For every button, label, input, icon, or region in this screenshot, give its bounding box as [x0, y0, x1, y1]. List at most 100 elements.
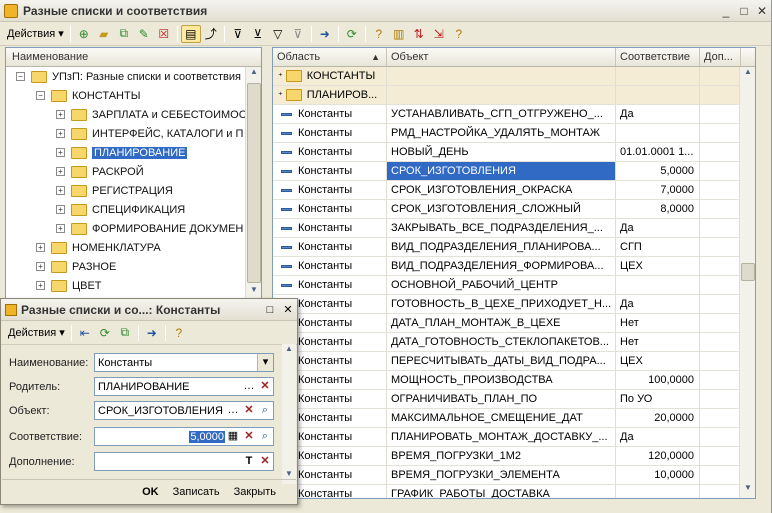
expand-icon[interactable]: +: [56, 205, 65, 214]
search-icon[interactable]: ⌕: [257, 428, 273, 445]
copy-icon[interactable]: ⧉: [114, 25, 134, 43]
table-row[interactable]: ⁺ КОНСТАНТЫ: [273, 67, 755, 86]
cell-object[interactable]: ДАТА_ГОТОВНОСТЬ_СТЕКЛОПАКЕТОВ...: [387, 333, 616, 351]
cell-match[interactable]: ЦЕХ: [616, 257, 700, 275]
table-row[interactable]: Константы МОЩНОСТЬ_ПРОИЗВОДСТВА 100,0000: [273, 371, 755, 390]
cell-match[interactable]: [616, 67, 700, 85]
table-row[interactable]: Константы ЗАКРЫВАТЬ_ВСЕ_ПОДРАЗДЕЛЕНИЯ_...…: [273, 219, 755, 238]
calculator-icon[interactable]: ▦: [225, 428, 241, 445]
cell-match[interactable]: 8,0000: [616, 200, 700, 218]
cell-extra[interactable]: [700, 257, 741, 275]
help-icon[interactable]: ?: [169, 324, 189, 342]
select-icon[interactable]: …: [225, 402, 241, 419]
records-grid[interactable]: Область ▲ Объект Соответствие Доп... ⁺ КОН…: [272, 47, 756, 499]
expand-icon[interactable]: +: [36, 243, 45, 252]
cell-area[interactable]: Константы: [273, 200, 387, 218]
cell-object[interactable]: ДАТА_ПЛАН_МОНТАЖ_В_ЦЕХЕ: [387, 314, 616, 332]
cell-object[interactable]: РМД_НАСТРОЙКА_УДАЛЯТЬ_МОНТАЖ: [387, 124, 616, 142]
close-button[interactable]: ✕: [753, 4, 771, 18]
match-field[interactable]: 5,0000 ▦ ✕ ⌕: [94, 427, 274, 446]
table-row[interactable]: Константы ДАТА_ГОТОВНОСТЬ_СТЕКЛОПАКЕТОВ..…: [273, 333, 755, 352]
tree-item[interactable]: + ПЛАНИРОВАНИЕ: [6, 143, 261, 162]
table-row[interactable]: Константы ОГРАНИЧИВАТЬ_ПЛАН_ПО По УО: [273, 390, 755, 409]
cell-match[interactable]: 100,0000: [616, 371, 700, 389]
cell-object[interactable]: [387, 67, 616, 85]
cell-area[interactable]: Константы: [273, 276, 387, 294]
table-row[interactable]: Константы МАКСИМАЛЬНОЕ_СМЕЩЕНИЕ_ДАТ 20,000…: [273, 409, 755, 428]
edit-icon[interactable]: ✎: [134, 25, 154, 43]
cell-object[interactable]: ЗАКРЫВАТЬ_ВСЕ_ПОДРАЗДЕЛЕНИЯ_...: [387, 219, 616, 237]
refresh-icon[interactable]: ⟳: [342, 25, 362, 43]
name-field[interactable]: Константы ▾: [94, 353, 274, 372]
cell-area[interactable]: Константы: [273, 238, 387, 256]
object-field[interactable]: СРОК_ИЗГОТОВЛЕНИЯ … ✕ ⌕: [94, 401, 274, 420]
table-row[interactable]: Константы СРОК_ИЗГОТОВЛЕНИЯ_СЛОЖНЫЙ 8,0000: [273, 200, 755, 219]
text-type-icon[interactable]: T: [241, 453, 257, 470]
collapse-icon[interactable]: −: [36, 91, 45, 100]
hierarchy-icon[interactable]: ⤴: [201, 25, 221, 43]
expand-icon[interactable]: +: [56, 186, 65, 195]
cell-object[interactable]: НОВЫЙ_ДЕНЬ: [387, 143, 616, 161]
cell-match[interactable]: [616, 485, 700, 498]
cell-extra[interactable]: [700, 295, 741, 313]
scroll-up-icon[interactable]: ▲: [741, 67, 755, 82]
cell-object[interactable]: СРОК_ИЗГОТОВЛЕНИЯ_ОКРАСКА: [387, 181, 616, 199]
table-row[interactable]: ⁺ ПЛАНИРОВ...: [273, 86, 755, 105]
clear-icon[interactable]: ✕: [257, 378, 273, 395]
tree-item[interactable]: + НОМЕНКЛАТУРА: [6, 238, 261, 257]
cell-extra[interactable]: [700, 67, 741, 85]
dropdown-icon[interactable]: ▾: [257, 354, 273, 371]
tree-item[interactable]: + СПЕЦИФИКАЦИЯ: [6, 200, 261, 219]
scroll-thumb[interactable]: [741, 263, 755, 281]
cell-match[interactable]: 10,0000: [616, 466, 700, 484]
table-row[interactable]: Константы СРОК_ИЗГОТОВЛЕНИЯ 5,0000: [273, 162, 755, 181]
select-icon[interactable]: …: [241, 378, 257, 395]
cell-match[interactable]: СГП: [616, 238, 700, 256]
clear-icon[interactable]: ✕: [241, 428, 257, 445]
report-icon[interactable]: ▥: [389, 25, 409, 43]
cell-extra[interactable]: [700, 333, 741, 351]
expand-icon[interactable]: +: [56, 129, 65, 138]
cell-object[interactable]: УСТАНАВЛИВАТЬ_СГП_ОТГРУЖЕНО_...: [387, 105, 616, 123]
extra-field[interactable]: T ✕: [94, 452, 274, 471]
cell-match[interactable]: Да: [616, 295, 700, 313]
cell-object[interactable]: ВРЕМЯ_ПОГРУЗКИ_1М2: [387, 447, 616, 465]
cell-match[interactable]: [616, 276, 700, 294]
cell-object[interactable]: ОГРАНИЧИВАТЬ_ПЛАН_ПО: [387, 390, 616, 408]
cell-match[interactable]: Да: [616, 105, 700, 123]
filter-list-icon[interactable]: ▽: [268, 25, 288, 43]
cell-area[interactable]: ⁺ КОНСТАНТЫ: [273, 67, 387, 85]
column-match-header[interactable]: Соответствие: [616, 48, 700, 66]
table-row[interactable]: Константы ВИД_ПОДРАЗДЕЛЕНИЯ_ФОРМИРОВА... Ц…: [273, 257, 755, 276]
cell-match[interactable]: 7,0000: [616, 181, 700, 199]
refresh-icon[interactable]: ⟳: [95, 324, 115, 342]
column-area-header[interactable]: Область ▲: [273, 48, 387, 66]
cell-extra[interactable]: [700, 428, 741, 446]
scroll-down-icon[interactable]: ▼: [741, 483, 755, 498]
minimize-button[interactable]: _: [717, 4, 735, 18]
cell-match[interactable]: Нет: [616, 314, 700, 332]
table-row[interactable]: Константы ДАТА_ПЛАН_МОНТАЖ_В_ЦЕХЕ Нет: [273, 314, 755, 333]
cell-object[interactable]: ПЛАНИРОВАТЬ_МОНТАЖ_ДОСТАВКУ_...: [387, 428, 616, 446]
tree-item[interactable]: − КОНСТАНТЫ: [6, 86, 261, 105]
cell-extra[interactable]: [700, 466, 741, 484]
tree-item[interactable]: + РАСКРОЙ: [6, 162, 261, 181]
cell-match[interactable]: Да: [616, 219, 700, 237]
goto-parent-icon[interactable]: ⇤: [75, 324, 95, 342]
filter-icon[interactable]: ⊽: [228, 25, 248, 43]
actions-menu[interactable]: Действия ▾: [4, 27, 67, 40]
cell-match[interactable]: ЦЕХ: [616, 352, 700, 370]
copy-icon[interactable]: ⧉: [115, 324, 135, 342]
cell-extra[interactable]: [700, 162, 741, 180]
tree-item[interactable]: + ФОРМИРОВАНИЕ ДОКУМЕН: [6, 219, 261, 238]
export-icon[interactable]: ⇲: [429, 25, 449, 43]
navigate-icon[interactable]: ➜: [315, 25, 335, 43]
table-row[interactable]: Константы ВРЕМЯ_ПОГРУЗКИ_ЭЛЕМЕНТА 10,0000: [273, 466, 755, 485]
clear-icon[interactable]: ✕: [257, 453, 273, 470]
tree-item[interactable]: + ЗАРПЛАТА и СЕБЕСТОИМОСТЬ: [6, 105, 261, 124]
cell-extra[interactable]: [700, 219, 741, 237]
table-row[interactable]: Константы ОСНОВНОЙ_РАБОЧИЙ_ЦЕНТР: [273, 276, 755, 295]
expand-icon[interactable]: +: [56, 167, 65, 176]
cell-extra[interactable]: [700, 276, 741, 294]
filter-value-icon[interactable]: ⊻: [248, 25, 268, 43]
